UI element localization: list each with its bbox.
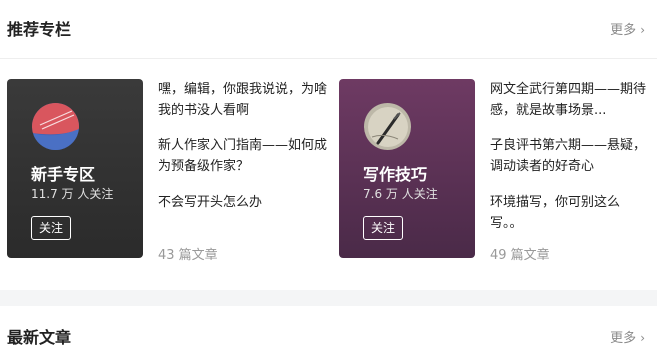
article-link[interactable]: 环境描写，你可别这么写。。 — [490, 192, 650, 234]
article-link[interactable]: 不会写开头怎么办 — [158, 192, 328, 213]
article-link[interactable]: 网文全武行第四期——期待感，就是故事场景... — [490, 79, 650, 121]
article-link[interactable]: 嘿，编辑，你跟我说说，为啥我的书没人看啊 — [158, 79, 328, 121]
follow-button[interactable]: 关注 — [363, 216, 403, 240]
divider — [0, 58, 657, 59]
article-link[interactable]: 新人作家入门指南——如何成为预备级作家？ — [158, 135, 328, 177]
column-articles-newbie: 嘿，编辑，你跟我说说，为啥我的书没人看啊 新人作家入门指南——如何成为预备级作家… — [158, 79, 328, 263]
column-followers: 7.6 万 人关注 — [363, 187, 438, 201]
chevron-right-icon: › — [640, 23, 645, 37]
column-articles-writing-skills: 网文全武行第四期——期待感，就是故事场景... 子良评书第六期——悬疑，调动读者… — [490, 79, 650, 263]
column-avatar — [364, 103, 411, 150]
section-title-recommended: 推荐专栏 — [7, 20, 72, 39]
column-avatar — [32, 103, 79, 150]
more-label: 更多 — [610, 23, 637, 38]
more-link-recommended[interactable]: 更多 › — [610, 15, 645, 46]
article-count[interactable]: 43 篇文章 — [158, 244, 218, 263]
column-card-newbie[interactable]: 新手专区 11.7 万 人关注 关注 — [7, 79, 143, 258]
column-card-writing-skills[interactable]: 写作技巧 7.6 万 人关注 关注 — [339, 79, 475, 258]
article-link[interactable]: 子良评书第六期——悬疑，调动读者的好奇心 — [490, 135, 650, 177]
follow-button[interactable]: 关注 — [31, 216, 71, 240]
more-link-latest[interactable]: 更多 › — [610, 323, 645, 354]
chevron-right-icon: › — [640, 331, 645, 345]
column-name: 新手专区 — [31, 165, 96, 184]
section-separator — [0, 290, 657, 306]
column-followers: 11.7 万 人关注 — [31, 187, 114, 201]
article-count[interactable]: 49 篇文章 — [490, 244, 550, 263]
section-title-latest: 最新文章 — [7, 328, 72, 347]
latest-header: 最新文章 更多 › — [0, 323, 657, 353]
more-label: 更多 — [610, 331, 637, 346]
column-name: 写作技巧 — [363, 165, 428, 184]
recommended-header: 推荐专栏 更多 › — [0, 15, 657, 45]
